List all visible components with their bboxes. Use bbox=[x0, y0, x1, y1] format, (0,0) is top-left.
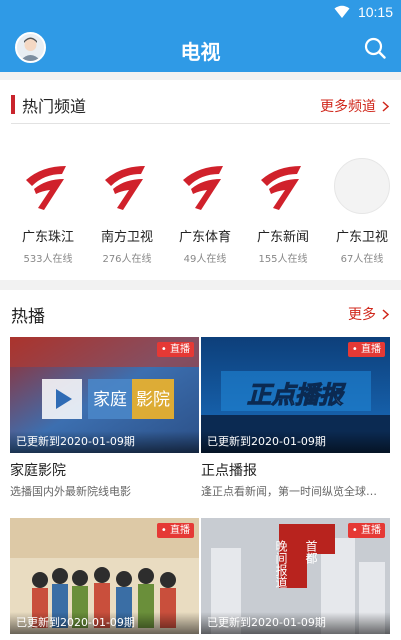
more-hot-play-label: 更多 bbox=[348, 307, 376, 323]
channel-name: 南方卫视 bbox=[100, 230, 153, 245]
channel-online-count: 533人在线 bbox=[23, 254, 73, 265]
update-status: 已更新到2020-01-09期 bbox=[201, 612, 390, 634]
thumbnail-text: 正点播报 bbox=[247, 381, 346, 409]
channel-item[interactable]: 广东体育 49人在线 bbox=[168, 158, 242, 265]
section-accent-bar bbox=[11, 95, 15, 114]
chevron-right-icon bbox=[382, 308, 389, 320]
live-badge: • 直播 bbox=[156, 342, 194, 357]
more-channels-link[interactable]: 更多频道 bbox=[320, 96, 389, 116]
hot-play-section: 热播 更多 家庭 影院 • 直播 已更新到2020-01-09期 家庭影院 选播… bbox=[0, 290, 401, 640]
program-description: 逢正点看新闻，第一时间纵览全球… bbox=[201, 485, 377, 498]
program-thumbnail[interactable]: 正点播报 • 直播 已更新到2020-01-09期 bbox=[201, 337, 390, 453]
live-badge: • 直播 bbox=[347, 342, 385, 357]
update-status: 已更新到2020-01-09期 bbox=[201, 431, 390, 453]
divider bbox=[11, 123, 390, 124]
channel-online-count: 49人在线 bbox=[183, 254, 227, 265]
search-button[interactable] bbox=[363, 36, 387, 60]
chevron-right-icon bbox=[382, 100, 389, 112]
channel-online-count: 155人在线 bbox=[258, 254, 308, 265]
program-thumbnail[interactable]: 家庭 影院 • 直播 已更新到2020-01-09期 bbox=[10, 337, 199, 453]
channel-item[interactable]: 广东新闻 155人在线 bbox=[246, 158, 320, 265]
channel-item[interactable]: 南方卫视 276人在线 bbox=[90, 158, 164, 265]
hot-play-title: 热播 bbox=[11, 307, 45, 327]
guangdong-tv-logo-icon bbox=[105, 166, 145, 210]
channel-name: 广东卫视 bbox=[335, 230, 388, 245]
wifi-icon bbox=[334, 5, 350, 18]
channel-list: 广东珠江 533人在线 南方卫视 276人在线 广东体育 49人在线 广东新闻 … bbox=[0, 158, 401, 268]
thumbnail-text: 影院 bbox=[136, 390, 170, 410]
channel-name: 广东新闻 bbox=[256, 230, 309, 245]
search-icon bbox=[364, 37, 386, 59]
channel-item[interactable]: 广东卫视 67人在线 bbox=[325, 158, 399, 265]
program-card[interactable]: 正点播报 • 直播 已更新到2020-01-09期 正点播报 逢正点看新闻，第一… bbox=[201, 337, 390, 499]
guangdong-tv-logo-icon bbox=[26, 166, 66, 210]
program-title: 正点播报 bbox=[201, 463, 257, 479]
hot-channels-section: 热门频道 更多频道 广东珠江 533人在线 南方卫视 276人在线 广东体育 4… bbox=[0, 80, 401, 280]
status-time: 10:15 bbox=[357, 4, 393, 20]
hot-channels-title: 热门频道 bbox=[22, 97, 87, 116]
guangdong-tv-logo-icon bbox=[183, 166, 223, 210]
program-card[interactable]: • 直播 已更新到2020-01-09期 bbox=[10, 518, 199, 634]
more-hot-play-link[interactable]: 更多 bbox=[348, 304, 389, 324]
update-status: 已更新到2020-01-09期 bbox=[10, 612, 199, 634]
channel-online-count: 276人在线 bbox=[102, 254, 152, 265]
program-card[interactable]: 家庭 影院 • 直播 已更新到2020-01-09期 家庭影院 选播国内外最新院… bbox=[10, 337, 199, 499]
guangdong-tv-logo-icon bbox=[261, 166, 301, 210]
program-title: 家庭影院 bbox=[10, 463, 66, 479]
app-bar: 电视 bbox=[0, 26, 401, 72]
thumbnail-text: 晚间报道 bbox=[274, 540, 288, 588]
channel-name: 广东珠江 bbox=[21, 230, 74, 245]
status-bar: 10:15 bbox=[0, 0, 401, 26]
program-thumbnail[interactable]: 晚间报道 首都 • 直播 已更新到2020-01-09期 bbox=[201, 518, 390, 634]
channel-online-count: 67人在线 bbox=[340, 254, 384, 265]
update-status: 已更新到2020-01-09期 bbox=[10, 431, 199, 453]
hot-channels-header: 热门频道 更多频道 bbox=[0, 80, 401, 124]
channel-logo-placeholder bbox=[334, 158, 390, 214]
program-thumbnail[interactable]: • 直播 已更新到2020-01-09期 bbox=[10, 518, 199, 634]
thumbnail-text: 首都 bbox=[304, 540, 318, 564]
live-badge: • 直播 bbox=[156, 523, 194, 538]
program-description: 选播国内外最新院线电影 bbox=[10, 485, 131, 498]
page-title: 电视 bbox=[180, 40, 221, 64]
channel-item[interactable]: 广东珠江 533人在线 bbox=[11, 158, 85, 265]
thumbnail-text: 家庭 bbox=[93, 390, 127, 410]
program-card[interactable]: 晚间报道 首都 • 直播 已更新到2020-01-09期 bbox=[201, 518, 390, 634]
channel-name: 广东体育 bbox=[178, 230, 231, 245]
more-channels-label: 更多频道 bbox=[320, 99, 376, 115]
live-badge: • 直播 bbox=[347, 523, 385, 538]
